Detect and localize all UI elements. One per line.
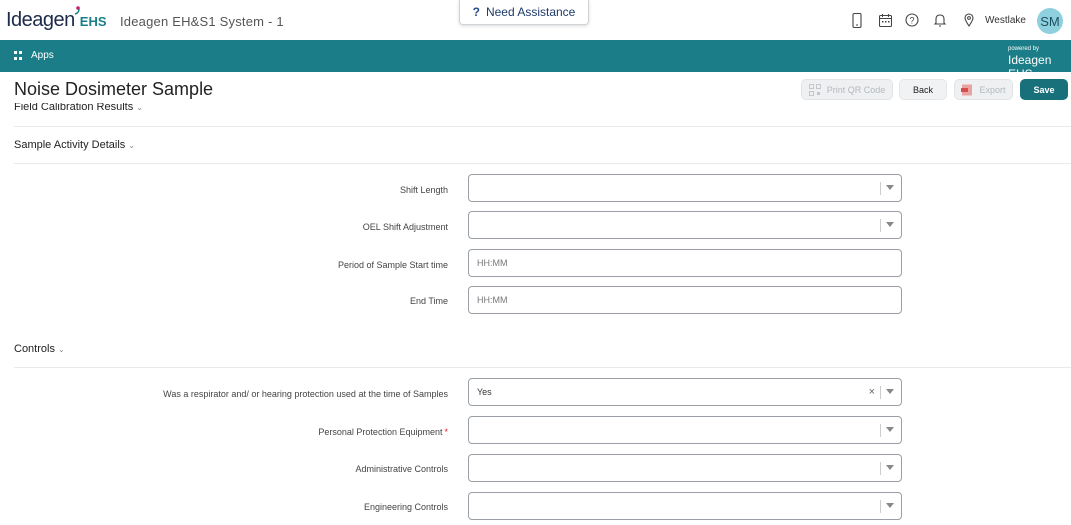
dropdown-caret-icon[interactable]	[886, 465, 894, 470]
print-qr-code-button[interactable]: Print QR Code	[801, 79, 893, 100]
shift-length-select[interactable]	[468, 174, 902, 202]
chevron-down-icon: ⌄	[128, 141, 135, 150]
powered-by-logo: powered by Ideagen EHS	[1008, 46, 1071, 81]
apps-grid-icon	[14, 51, 23, 60]
respirator-used-label: Was a respirator and/ or hearing protect…	[163, 389, 448, 399]
apps-label: Apps	[31, 50, 54, 61]
section-title: Controls	[14, 343, 55, 355]
section-controls[interactable]: Controls ⌄	[14, 343, 65, 355]
section-sample-activity[interactable]: Sample Activity Details ⌄	[14, 139, 135, 151]
dropdown-caret-icon[interactable]	[886, 185, 894, 190]
section-title: Field Calibration Results	[14, 103, 134, 113]
ppe-label: Personal Protection Equipment *	[0, 427, 448, 437]
administrative-controls-select[interactable]	[468, 454, 902, 482]
divider	[14, 367, 1071, 368]
engineering-controls-select[interactable]	[468, 492, 902, 520]
shift-length-label: Shift Length	[399, 185, 448, 195]
logo-mark-icon	[74, 6, 80, 15]
period-start-time-label: Period of Sample Start time	[337, 260, 448, 270]
system-title: Ideagen EH&S1 System - 1	[120, 14, 284, 29]
select-separator	[880, 500, 881, 513]
need-assistance-label: Need Assistance	[485, 5, 576, 19]
dropdown-caret-icon[interactable]	[886, 427, 894, 432]
section-field-calibration[interactable]: Field Calibration Results ⌄	[14, 103, 143, 113]
select-separator	[880, 386, 881, 399]
export-label: Export	[979, 84, 1006, 95]
respirator-used-value: Yes	[477, 387, 492, 397]
end-time-placeholder: HH:MM	[477, 295, 508, 305]
location-label[interactable]: Westlake	[985, 15, 1026, 26]
export-button[interactable]: Export	[954, 79, 1013, 100]
chevron-down-icon: ⌄	[57, 345, 65, 354]
calendar-icon[interactable]	[876, 11, 894, 29]
select-separator	[880, 182, 881, 195]
engineering-controls-label: Engineering Controls	[363, 502, 448, 512]
period-start-time-input[interactable]: HH:MM	[468, 249, 902, 277]
mobile-icon[interactable]	[848, 11, 866, 29]
dropdown-caret-icon[interactable]	[886, 389, 894, 394]
select-separator	[880, 424, 881, 437]
divider	[14, 126, 1071, 127]
print-qr-code-label: Print QR Code	[826, 84, 886, 95]
pdf-export-icon	[961, 84, 973, 95]
chevron-down-icon: ⌄	[136, 103, 143, 112]
section-title: Sample Activity Details	[14, 139, 126, 151]
bell-icon[interactable]	[931, 11, 949, 29]
select-separator	[880, 219, 881, 232]
logo-ehs: EHS	[79, 14, 107, 29]
end-time-input[interactable]: HH:MM	[468, 286, 902, 314]
form-content[interactable]: Field Calibration Results ⌄ Sample Activi…	[0, 103, 1071, 525]
apps-menu-button[interactable]: Apps	[14, 50, 54, 61]
period-start-time-placeholder: HH:MM	[477, 258, 508, 268]
divider	[14, 163, 1071, 164]
user-avatar[interactable]: SM	[1037, 8, 1063, 34]
respirator-used-select[interactable]: Yes ×	[468, 378, 902, 406]
ppe-label-text: Personal Protection Equipment	[318, 427, 443, 437]
top-header: Ideagen EHS Ideagen EH&S1 System - 1 ? N…	[0, 0, 1071, 40]
required-marker: *	[444, 427, 448, 437]
dropdown-caret-icon[interactable]	[886, 222, 894, 227]
help-icon[interactable]: ?	[903, 11, 921, 29]
oel-shift-adjustment-select[interactable]	[468, 211, 902, 239]
app-nav-bar: Apps powered by Ideagen EHS	[0, 40, 1071, 81]
need-assistance-button[interactable]: ? Need Assistance	[459, 0, 589, 25]
question-icon: ?	[472, 5, 480, 19]
svg-text:?: ?	[909, 16, 914, 26]
oel-shift-adjustment-label: OEL Shift Adjustment	[362, 222, 448, 232]
location-pin-icon[interactable]	[960, 11, 978, 29]
save-button[interactable]: Save	[1020, 79, 1068, 100]
ppe-select[interactable]	[468, 416, 902, 444]
powered-by-text: powered by	[1008, 46, 1040, 52]
qr-code-icon	[808, 83, 821, 96]
logo-wordmark: Ideagen	[6, 9, 75, 31]
page-title: Noise Dosimeter Sample	[14, 79, 214, 99]
administrative-controls-label: Administrative Controls	[355, 464, 448, 474]
back-button[interactable]: Back	[899, 79, 947, 100]
dropdown-caret-icon[interactable]	[886, 503, 894, 508]
end-time-label: End Time	[409, 296, 448, 306]
powered-by-wordmark: Ideagen EHS	[1008, 53, 1052, 81]
ideagen-logo[interactable]: Ideagen EHS	[6, 6, 107, 33]
clear-icon[interactable]: ×	[869, 386, 875, 398]
select-separator	[880, 462, 881, 475]
